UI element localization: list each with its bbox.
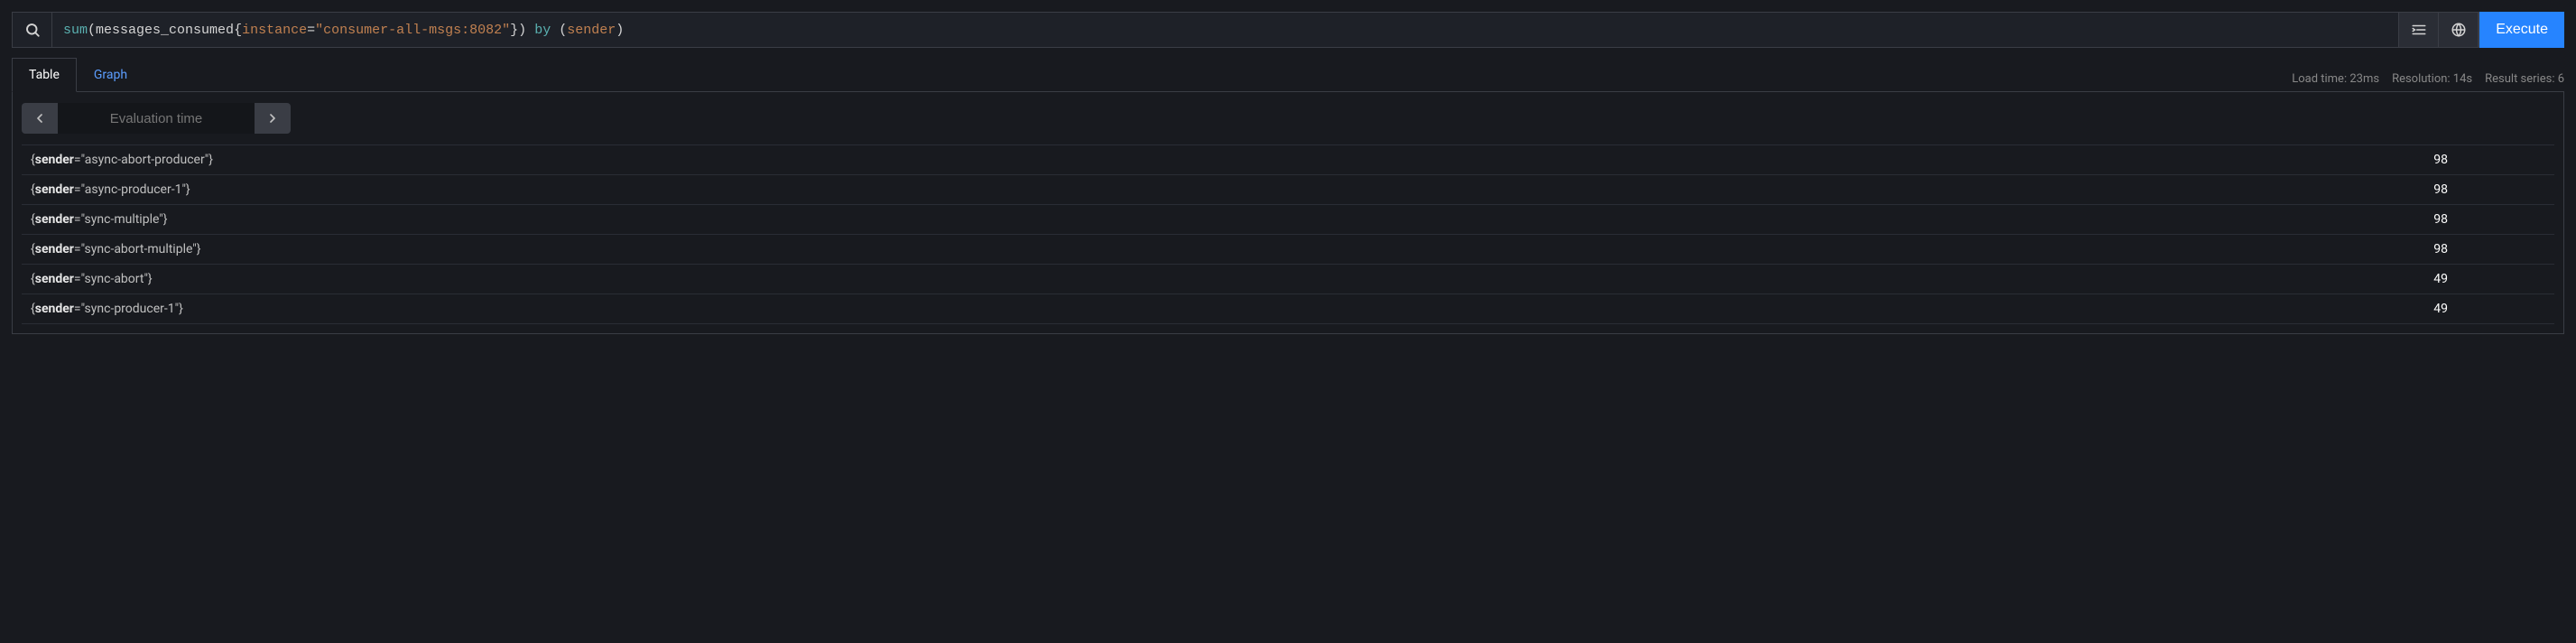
tab-graph[interactable]: Graph bbox=[77, 58, 144, 92]
series-value: 98 bbox=[1559, 205, 2554, 235]
series-label[interactable]: {sender="sync-producer-1"} bbox=[22, 294, 1559, 324]
format-query-icon[interactable] bbox=[2399, 12, 2439, 48]
query-metric: messages_consumed bbox=[96, 23, 234, 38]
query-group: sender bbox=[567, 23, 616, 38]
query-op: by bbox=[534, 23, 551, 38]
query-bar: sum(messages_consumed{instance="consumer… bbox=[12, 12, 2564, 48]
globe-icon[interactable] bbox=[2439, 12, 2479, 48]
series-value: 98 bbox=[1559, 145, 2554, 175]
stat-result-series: Result series: 6 bbox=[2485, 72, 2564, 86]
time-next-button[interactable] bbox=[255, 103, 291, 134]
chevron-right-icon bbox=[265, 111, 280, 126]
series-value: 49 bbox=[1559, 265, 2554, 294]
evaluation-time-input[interactable] bbox=[58, 103, 255, 134]
series-value: 98 bbox=[1559, 235, 2554, 265]
table-row: {sender="sync-abort-multiple"}98 bbox=[22, 235, 2554, 265]
table-row: {sender="async-producer-1"}98 bbox=[22, 175, 2554, 205]
query-label-val: "consumer-all-msgs:8082" bbox=[315, 23, 510, 38]
series-value: 49 bbox=[1559, 294, 2554, 324]
series-label[interactable]: {sender="sync-multiple"} bbox=[22, 205, 1559, 235]
chevron-left-icon bbox=[32, 111, 47, 126]
series-label[interactable]: {sender="async-abort-producer"} bbox=[22, 145, 1559, 175]
tab-table[interactable]: Table bbox=[12, 58, 77, 92]
stat-resolution: Resolution: 14s bbox=[2392, 72, 2472, 86]
query-input[interactable]: sum(messages_consumed{instance="consumer… bbox=[51, 12, 2399, 48]
table-row: {sender="sync-abort"}49 bbox=[22, 265, 2554, 294]
series-label[interactable]: {sender="sync-abort"} bbox=[22, 265, 1559, 294]
stat-load-time: Load time: 23ms bbox=[2292, 72, 2379, 86]
table-row: {sender="sync-multiple"}98 bbox=[22, 205, 2554, 235]
results-table: {sender="async-abort-producer"}98{sender… bbox=[22, 144, 2554, 324]
series-label[interactable]: {sender="async-producer-1"} bbox=[22, 175, 1559, 205]
table-row: {sender="sync-producer-1"}49 bbox=[22, 294, 2554, 324]
series-label[interactable]: {sender="sync-abort-multiple"} bbox=[22, 235, 1559, 265]
time-nav bbox=[22, 103, 2554, 134]
tabs-row: Table Graph Load time: 23ms Resolution: … bbox=[12, 57, 2564, 92]
time-prev-button[interactable] bbox=[22, 103, 58, 134]
query-stats: Load time: 23ms Resolution: 14s Result s… bbox=[2292, 72, 2564, 91]
search-icon[interactable] bbox=[12, 12, 51, 48]
series-value: 98 bbox=[1559, 175, 2554, 205]
table-row: {sender="async-abort-producer"}98 bbox=[22, 145, 2554, 175]
query-func: sum bbox=[63, 23, 88, 38]
results-panel: {sender="async-abort-producer"}98{sender… bbox=[12, 92, 2564, 334]
query-label-key: instance bbox=[242, 23, 307, 38]
tabs: Table Graph bbox=[12, 57, 144, 91]
execute-button[interactable]: Execute bbox=[2479, 12, 2564, 48]
